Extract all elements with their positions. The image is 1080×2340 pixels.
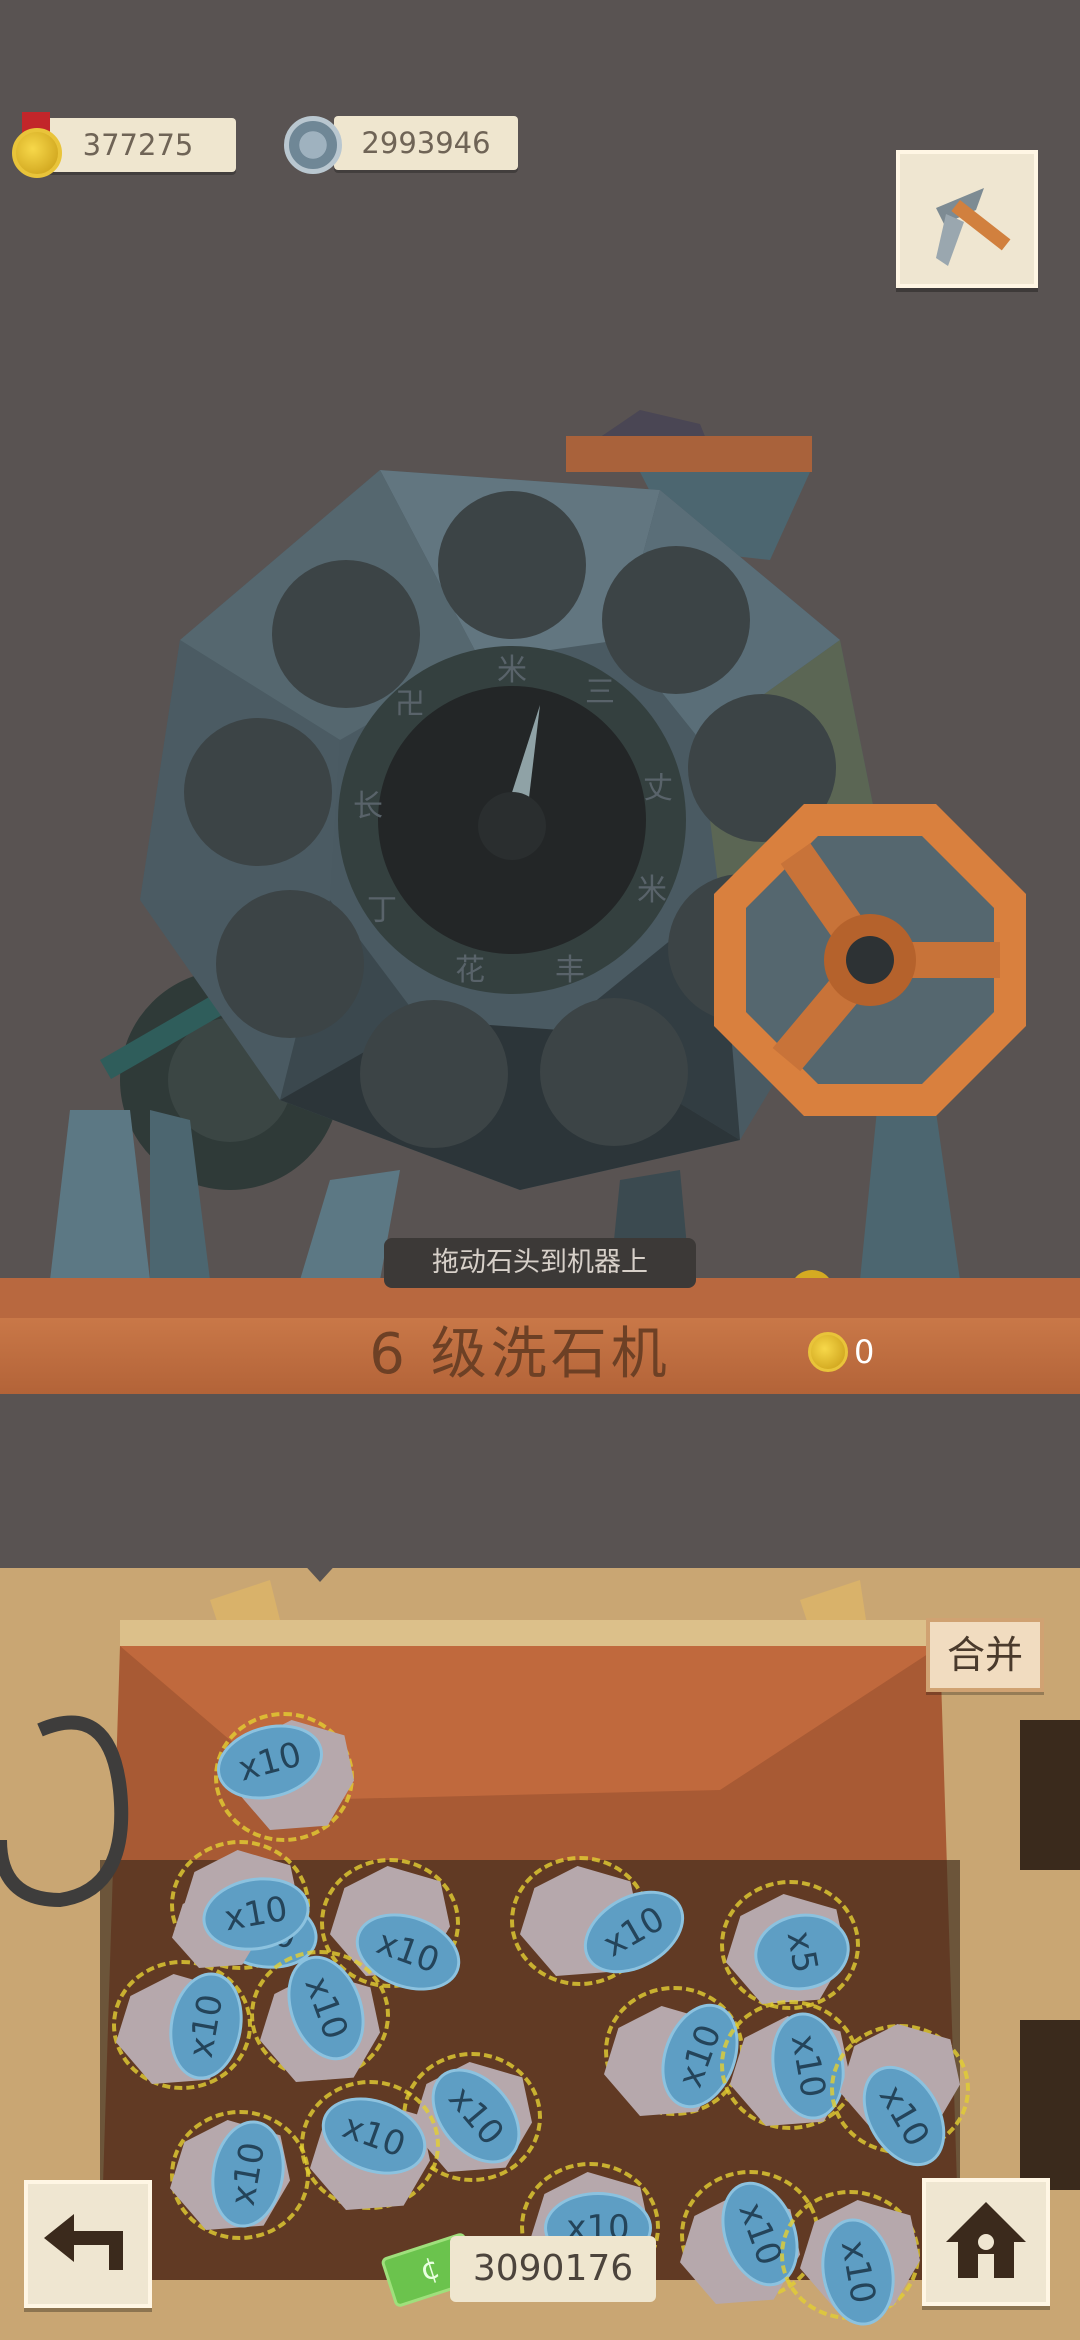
medal-count: 377275 (40, 118, 236, 172)
home-button[interactable] (922, 2178, 1050, 2306)
svg-text:丈: 丈 (643, 771, 673, 806)
svg-text:花: 花 (455, 953, 485, 988)
merge-button[interactable]: 合并 (926, 1618, 1044, 1692)
reward-medal-icon (808, 1332, 848, 1372)
back-arrow-icon (44, 2214, 123, 2270)
control-wheel[interactable] (714, 804, 1026, 1116)
gear-coin-icon (284, 116, 342, 174)
svg-text:米: 米 (637, 873, 667, 908)
home-icon (946, 2202, 1026, 2278)
svg-text:丁: 丁 (367, 893, 397, 928)
cash-counter: 3090176 (450, 2236, 656, 2302)
svg-text:米: 米 (497, 653, 527, 688)
svg-text:丰: 丰 (555, 953, 585, 988)
machine-level-title: 6 级洗石机 (369, 1322, 671, 1387)
drag-hint-label: 拖动石头到机器上 (384, 1238, 696, 1288)
pickaxe-icon (936, 188, 1011, 266)
svg-text:卍: 卍 (395, 687, 425, 722)
svg-text:长: 长 (353, 789, 383, 824)
pickaxe-button[interactable] (896, 150, 1038, 288)
reward-value: 0 (854, 1333, 875, 1371)
back-button[interactable] (24, 2180, 152, 2308)
gear-count: 2993946 (334, 116, 518, 170)
medal-icon (12, 128, 62, 178)
svg-text:三: 三 (585, 675, 615, 710)
